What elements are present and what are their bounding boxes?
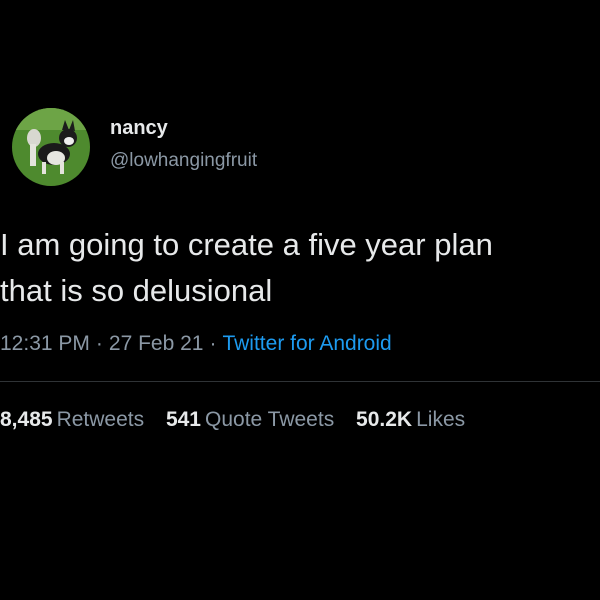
likes-count: 50.2K (356, 408, 413, 431)
likes-label: Likes (416, 408, 466, 431)
tweet-text: I am going to create a five year plan th… (0, 222, 600, 314)
tweet-meta: 12:31 PM · 27 Feb 21 · Twitter for Android (0, 330, 392, 358)
tweet-time[interactable]: 12:31 PM (0, 332, 90, 355)
quote-tweets-count: 541 (165, 408, 201, 431)
user-handle[interactable]: @lowhangingfruit (110, 150, 257, 172)
likes-stat[interactable]: 50.2K Likes (356, 406, 465, 434)
avatar[interactable] (12, 108, 90, 186)
tweet-source-link[interactable]: Twitter for Android (222, 332, 391, 355)
retweets-label: Retweets (56, 408, 145, 431)
meta-separator: · (209, 332, 217, 355)
display-name[interactable]: nancy (110, 116, 257, 140)
tweet-stats: 8,485 Retweets 541 Quote Tweets 50.2K Likes (0, 406, 481, 434)
retweets-stat[interactable]: 8,485 Retweets (0, 406, 144, 434)
retweets-count: 8,485 (0, 408, 53, 431)
tweet-header: nancy @lowhangingfruit (12, 102, 257, 192)
tweet-view: nancy @lowhangingfruit I am going to cre… (0, 0, 600, 600)
quote-tweets-stat[interactable]: 541 Quote Tweets (166, 406, 334, 434)
tweet-text-line: I am going to create a five year plan (0, 227, 493, 262)
quote-tweets-label: Quote Tweets (205, 408, 335, 431)
meta-separator: · (95, 332, 103, 355)
tweet-text-line: that is so delusional (0, 273, 273, 308)
author-names: nancy @lowhangingfruit (110, 116, 257, 172)
tweet-date[interactable]: 27 Feb 21 (109, 332, 204, 355)
dog-photo-icon (12, 108, 90, 186)
divider (0, 381, 600, 382)
